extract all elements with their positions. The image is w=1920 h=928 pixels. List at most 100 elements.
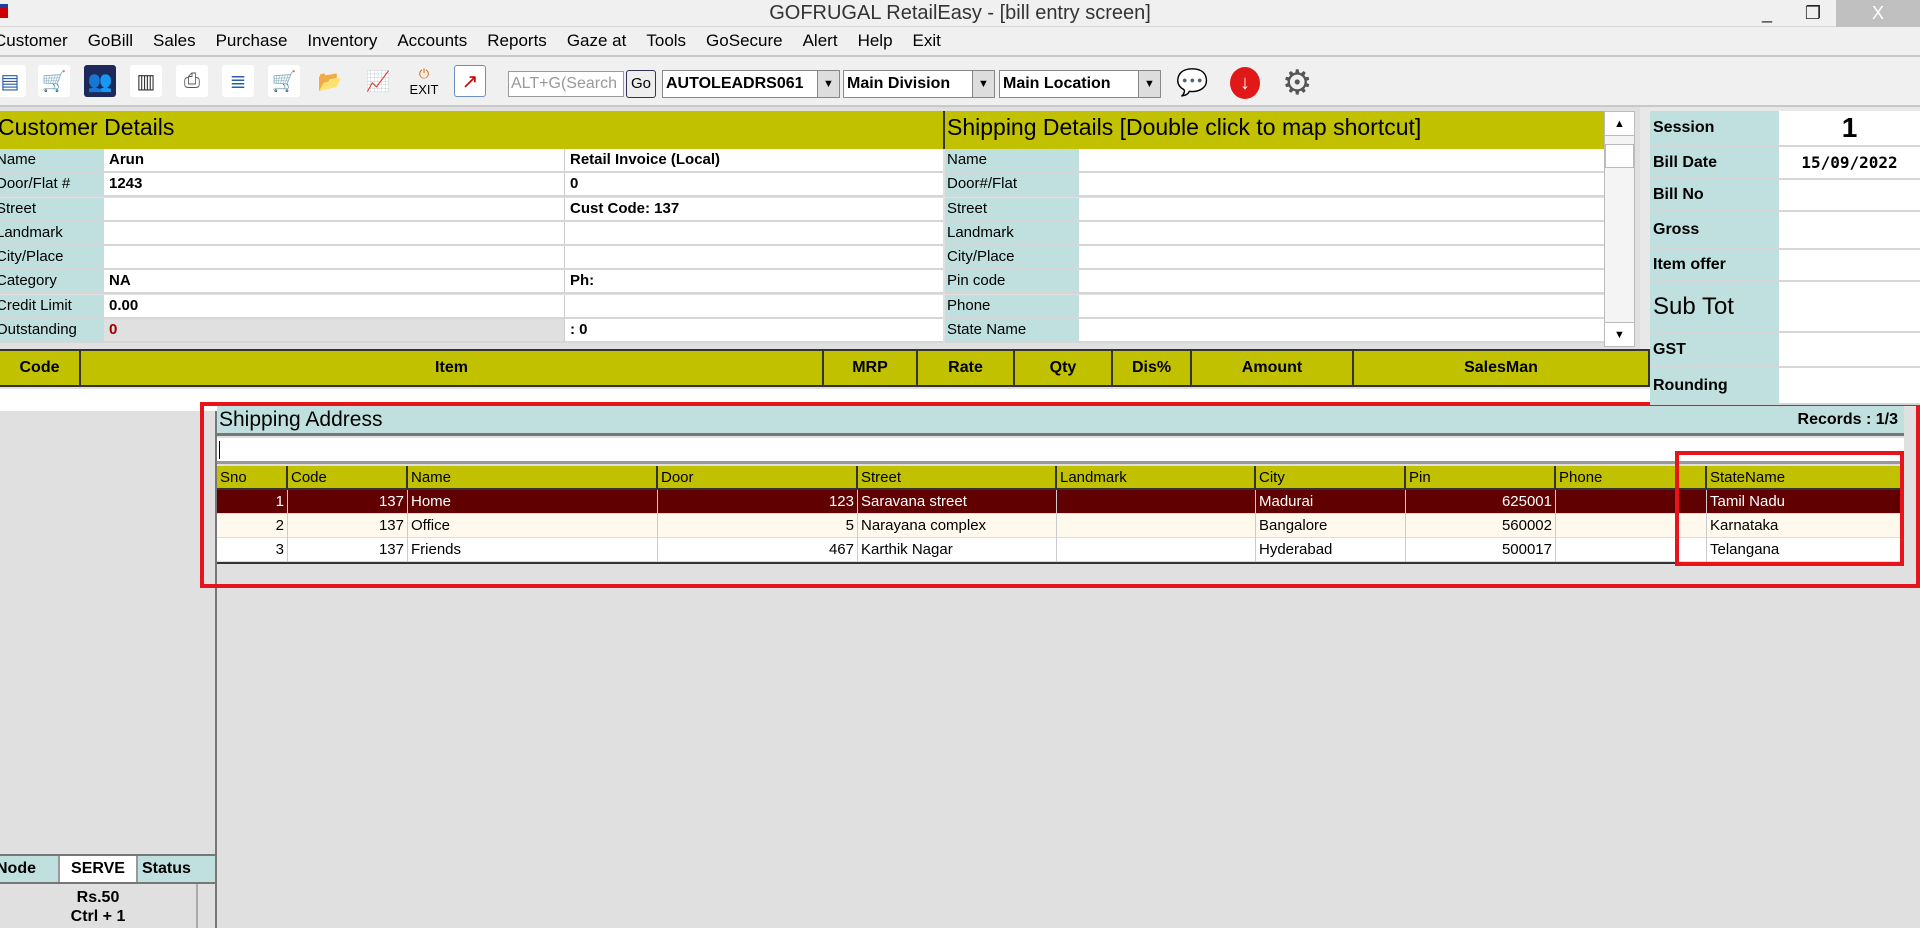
list-icon[interactable]: ≣ bbox=[222, 65, 254, 97]
menu-help[interactable]: Help bbox=[858, 31, 893, 51]
customer-field-value[interactable]: NA bbox=[104, 270, 565, 295]
customer-field-value[interactable] bbox=[104, 246, 565, 270]
customer-extra-value: Cust Code: 137 bbox=[565, 197, 943, 222]
customer-field-value[interactable]: 0.00 bbox=[104, 294, 565, 319]
customer-field-value[interactable] bbox=[104, 197, 565, 222]
column-header-code[interactable]: Code bbox=[0, 349, 81, 387]
column-header-qty[interactable]: Qty bbox=[1015, 349, 1113, 387]
shipping-field-label: Name bbox=[945, 149, 1079, 173]
menu-tools[interactable]: Tools bbox=[646, 31, 686, 51]
scroll-down-icon[interactable]: ▼ bbox=[1605, 322, 1634, 346]
menu-alert[interactable]: Alert bbox=[803, 31, 838, 51]
summary-label: Session bbox=[1650, 111, 1779, 147]
restore-button[interactable]: ❐ bbox=[1790, 0, 1836, 27]
scroll-up-icon[interactable]: ▲ bbox=[1605, 112, 1634, 136]
shipping-details-header: Shipping Details [Double click to map sh… bbox=[943, 111, 1604, 149]
go-button[interactable]: Go bbox=[626, 70, 656, 98]
menu-exit[interactable]: Exit bbox=[913, 31, 941, 51]
menu-bar: Customer GoBill Sales Purchase Inventory… bbox=[0, 27, 1920, 57]
shipping-field-value[interactable] bbox=[1079, 173, 1604, 198]
column-header-rate[interactable]: Rate bbox=[918, 349, 1015, 387]
gear-icon[interactable]: ⚙ bbox=[1282, 63, 1312, 103]
customer-extra-value bbox=[565, 294, 943, 319]
shipping-details-title: Shipping Details [Double click to map sh… bbox=[947, 114, 1422, 140]
column-header-salesman[interactable]: SalesMan bbox=[1354, 349, 1650, 387]
location-select[interactable]: Main Location ▼ bbox=[999, 70, 1161, 98]
shipping-field-value[interactable] bbox=[1079, 318, 1604, 343]
customer-details-title: Customer Details bbox=[0, 114, 175, 140]
division-value: Main Division bbox=[847, 75, 951, 92]
summary-label: Bill No bbox=[1650, 180, 1779, 212]
location-value: Main Location bbox=[1003, 75, 1111, 92]
status-label: Status bbox=[138, 856, 215, 882]
shipping-field-value[interactable] bbox=[1079, 270, 1604, 295]
shortcut-button[interactable]: Rs.50 Ctrl + 1 bbox=[0, 888, 196, 926]
price-label: Rs.50 bbox=[76, 889, 120, 906]
customer-details-header: Customer Details bbox=[0, 111, 943, 149]
summary-value bbox=[1779, 368, 1920, 405]
shipping-field-label: Street bbox=[945, 197, 1079, 222]
scroll-thumb[interactable] bbox=[1605, 144, 1634, 168]
menu-gaze-at[interactable]: Gaze at bbox=[567, 31, 627, 51]
search-input[interactable]: ALT+G(Search bbox=[508, 71, 624, 97]
chevron-down-icon: ▼ bbox=[1138, 71, 1160, 97]
cart-bill-icon[interactable]: 🛒 bbox=[38, 65, 70, 97]
column-header-item[interactable]: Item bbox=[81, 349, 824, 387]
shipping-field-label: City/Place bbox=[945, 246, 1079, 270]
customer-field-value[interactable] bbox=[104, 221, 565, 246]
customer-field-label: Credit Limit bbox=[0, 294, 104, 319]
divider bbox=[196, 884, 198, 928]
customer-field-value[interactable]: 1243 bbox=[104, 173, 565, 198]
close-button[interactable]: X bbox=[1836, 0, 1920, 27]
print-icon[interactable]: ⎙ bbox=[176, 65, 208, 97]
summary-value bbox=[1779, 250, 1920, 282]
user-value: AUTOLEADRS061 bbox=[666, 75, 804, 92]
report-icon[interactable]: ↗ bbox=[454, 65, 486, 97]
menu-inventory[interactable]: Inventory bbox=[307, 31, 377, 51]
customer-extra-value: : 0 bbox=[565, 318, 943, 343]
barcode-icon[interactable]: ▥ bbox=[130, 65, 162, 97]
chat-icon[interactable]: 💬 bbox=[1176, 67, 1208, 98]
download-icon[interactable]: ↓ bbox=[1230, 67, 1260, 99]
shipping-field-label: Phone bbox=[945, 294, 1079, 319]
customer-extra-value: Ph: bbox=[565, 270, 943, 295]
purchase-cart-icon[interactable]: 🛒 bbox=[268, 65, 300, 97]
column-header-mrp[interactable]: MRP bbox=[824, 349, 918, 387]
customer-field-label: Door/Flat # bbox=[0, 173, 104, 198]
menu-customer[interactable]: Customer bbox=[0, 31, 68, 51]
shipping-field-value[interactable] bbox=[1079, 149, 1604, 173]
node-label: Node bbox=[0, 856, 58, 882]
user-select[interactable]: AUTOLEADRS061 ▼ bbox=[662, 70, 840, 98]
column-header-amount[interactable]: Amount bbox=[1192, 349, 1354, 387]
chevron-down-icon: ▼ bbox=[817, 71, 839, 97]
shipping-field-label: Door#/Flat bbox=[945, 173, 1079, 198]
shipping-field-value[interactable] bbox=[1079, 197, 1604, 222]
chart-icon[interactable]: 📈 bbox=[362, 65, 394, 97]
menu-gosecure[interactable]: GoSecure bbox=[706, 31, 783, 51]
exit-button[interactable]: ⏻ EXIT bbox=[408, 65, 440, 97]
menu-accounts[interactable]: Accounts bbox=[397, 31, 467, 51]
customer-field-label: Landmark bbox=[0, 221, 104, 246]
shipping-field-value[interactable] bbox=[1079, 221, 1604, 246]
customer-field-label: City/Place bbox=[0, 246, 104, 270]
minimize-button[interactable]: _ bbox=[1744, 0, 1790, 27]
menu-purchase[interactable]: Purchase bbox=[216, 31, 288, 51]
shipping-scrollbar[interactable]: ▲ ▼ bbox=[1604, 111, 1635, 347]
shipping-field-value[interactable] bbox=[1079, 294, 1604, 319]
power-icon: ⏻ bbox=[418, 65, 430, 81]
menu-gobill[interactable]: GoBill bbox=[88, 31, 133, 51]
highlight-box-statename bbox=[1675, 451, 1904, 566]
node-bar: Node SERVE Status bbox=[0, 854, 217, 884]
division-select[interactable]: Main Division ▼ bbox=[843, 70, 995, 98]
customer-field-label: Outstanding bbox=[0, 318, 104, 343]
folder-icon[interactable]: 📂 bbox=[314, 65, 346, 97]
shipping-field-value[interactable] bbox=[1079, 246, 1604, 270]
customers-icon[interactable]: 👥 bbox=[84, 65, 116, 97]
invoice-icon[interactable]: ▤ bbox=[0, 65, 26, 97]
menu-reports[interactable]: Reports bbox=[487, 31, 547, 51]
customer-field-value[interactable]: Arun bbox=[104, 149, 565, 173]
shortcut-label: Ctrl + 1 bbox=[70, 908, 126, 925]
exit-label: EXIT bbox=[409, 81, 439, 97]
column-header-dis[interactable]: Dis% bbox=[1113, 349, 1192, 387]
menu-sales[interactable]: Sales bbox=[153, 31, 196, 51]
